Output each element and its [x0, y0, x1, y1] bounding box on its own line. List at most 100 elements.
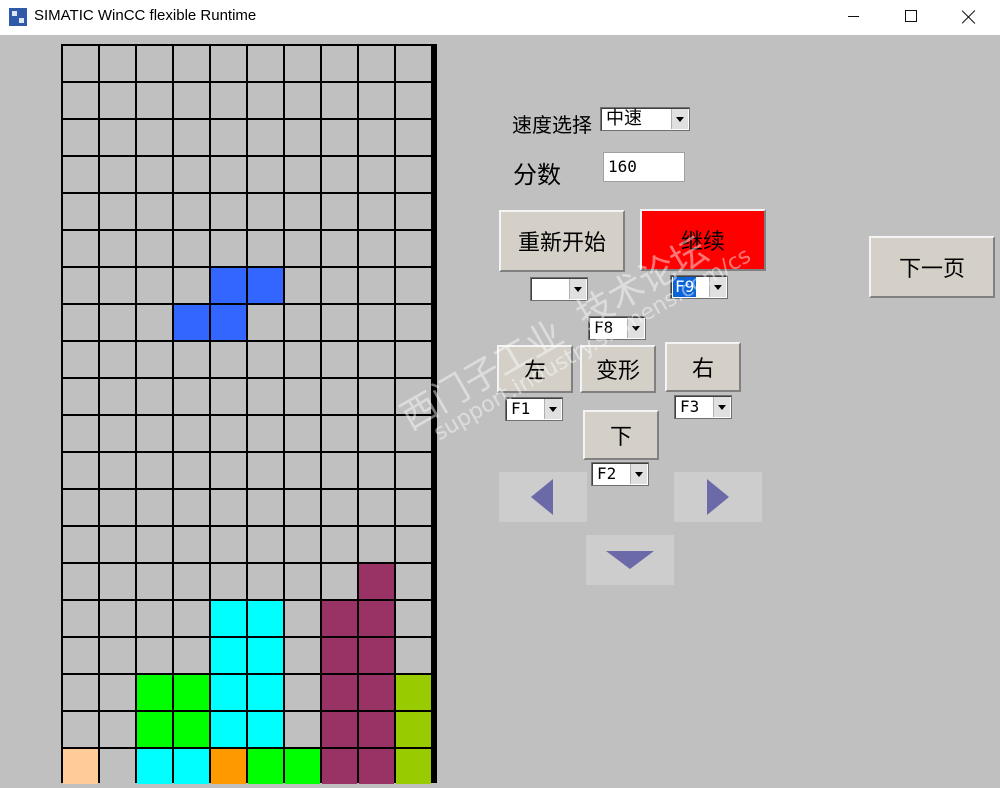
left-arrow-button[interactable] [499, 472, 587, 522]
board-cell [359, 416, 394, 451]
board-cell [174, 342, 209, 377]
board-cell [359, 231, 394, 266]
board-cell [174, 231, 209, 266]
board-cell [396, 268, 431, 303]
board-cell [100, 120, 135, 155]
board-cell [174, 638, 209, 673]
right-key-select[interactable]: F3 [674, 395, 732, 419]
board-cell [63, 675, 98, 710]
board-cell [359, 83, 394, 118]
board-cell [285, 342, 320, 377]
left-key-select[interactable]: F1 [505, 397, 563, 421]
board-cell [396, 379, 431, 414]
board-cell [285, 416, 320, 451]
board-cell [137, 416, 172, 451]
board-cell [248, 675, 283, 710]
board-cell [396, 157, 431, 192]
board-cell [174, 379, 209, 414]
board-cell [211, 527, 246, 562]
board-cell [100, 305, 135, 340]
next-page-button[interactable]: 下一页 [869, 236, 995, 298]
chevron-down-icon[interactable] [627, 318, 644, 338]
board-cell [396, 490, 431, 525]
board-cell [359, 490, 394, 525]
board-cell [211, 157, 246, 192]
board-cell [211, 379, 246, 414]
board-cell [248, 490, 283, 525]
board-cell [396, 83, 431, 118]
right-arrow-button[interactable] [674, 472, 762, 522]
board-cell [285, 379, 320, 414]
board-cell [322, 46, 357, 81]
board-cell [248, 157, 283, 192]
speed-select[interactable]: 中速 [600, 107, 690, 131]
down-arrow-button[interactable] [586, 535, 674, 585]
board-cell [137, 194, 172, 229]
board-cell [285, 638, 320, 673]
board-cell [396, 638, 431, 673]
board-cell [100, 749, 135, 784]
restart-key-select[interactable] [530, 277, 588, 301]
board-cell [359, 120, 394, 155]
tetris-board [61, 44, 437, 784]
board-cell [63, 749, 98, 784]
down-key-value: F2 [597, 464, 617, 483]
board-cell [322, 601, 357, 636]
board-cell [100, 416, 135, 451]
board-cell [285, 83, 320, 118]
left-button[interactable]: 左 [497, 345, 573, 393]
board-cell [174, 490, 209, 525]
down-button[interactable]: 下 [583, 410, 659, 460]
window-title: SIMATIC WinCC flexible Runtime [34, 7, 257, 24]
board-cell [137, 83, 172, 118]
chevron-down-icon[interactable] [709, 277, 726, 297]
down-arrow-icon [606, 551, 654, 569]
rotate-button[interactable]: 变形 [580, 345, 656, 393]
chevron-down-icon[interactable] [544, 399, 561, 419]
speed-label: 速度选择 [512, 113, 592, 137]
score-value: 160 [608, 157, 637, 176]
chevron-down-icon[interactable] [630, 464, 647, 484]
chevron-down-icon[interactable] [713, 397, 730, 417]
board-cell [100, 490, 135, 525]
board-cell [137, 490, 172, 525]
board-cell [137, 231, 172, 266]
chevron-down-icon[interactable] [671, 109, 688, 129]
rotate-key-select[interactable]: F8 [588, 316, 646, 340]
board-cell [248, 342, 283, 377]
board-cell [285, 453, 320, 488]
board-cell [396, 527, 431, 562]
board-cell [322, 379, 357, 414]
down-key-select[interactable]: F2 [591, 462, 649, 486]
minimize-button[interactable] [824, 0, 882, 34]
chevron-down-icon[interactable] [569, 279, 586, 299]
board-cell [63, 194, 98, 229]
board-cell [63, 120, 98, 155]
board-cell [359, 638, 394, 673]
board-cell [174, 305, 209, 340]
board-cell [63, 268, 98, 303]
board-cell [359, 564, 394, 599]
board-cell [211, 120, 246, 155]
continue-button[interactable]: 继续 [640, 209, 766, 271]
board-cell [100, 527, 135, 562]
board-cell [322, 416, 357, 451]
board-cell [359, 305, 394, 340]
right-button[interactable]: 右 [665, 342, 741, 392]
board-cell [285, 527, 320, 562]
board-cell [285, 490, 320, 525]
board-cell [248, 749, 283, 784]
board-cell [322, 749, 357, 784]
board-cell [63, 527, 98, 562]
board-cell [359, 749, 394, 784]
close-button[interactable] [940, 0, 998, 34]
board-cell [137, 712, 172, 747]
board-cell [137, 379, 172, 414]
board-cell [285, 157, 320, 192]
board-cell [100, 268, 135, 303]
left-key-value: F1 [511, 399, 531, 418]
restart-button[interactable]: 重新开始 [499, 210, 625, 272]
maximize-button[interactable] [882, 0, 940, 34]
continue-key-select[interactable]: F9 [670, 275, 728, 299]
board-cell [174, 712, 209, 747]
